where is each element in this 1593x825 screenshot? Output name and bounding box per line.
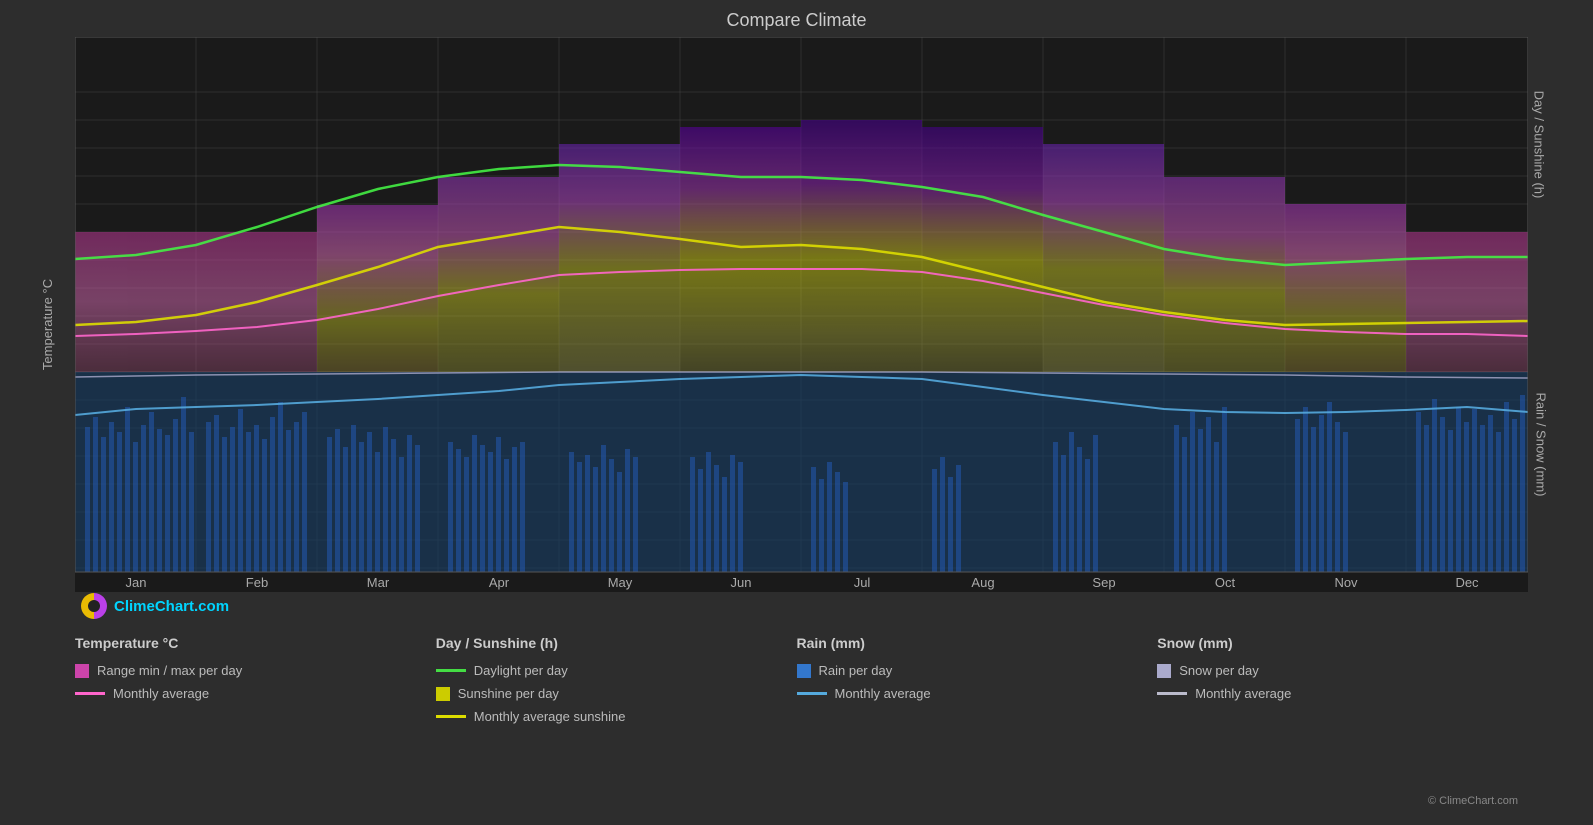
legend-bar-sunshine <box>436 687 450 701</box>
legend-label-sunshine-avg: Monthly average sunshine <box>474 709 626 724</box>
svg-text:Jan: Jan <box>126 575 147 590</box>
legend-col-temperature: Temperature °C Range min / max per day M… <box>75 635 436 724</box>
svg-text:Jul: Jul <box>854 575 871 590</box>
legend-label-temp-avg: Monthly average <box>113 686 209 701</box>
y-axis-left-label: Temperature °C <box>40 279 55 370</box>
legend-item-snow-bar: Snow per day <box>1157 663 1518 678</box>
legend-line-temp-avg <box>75 692 105 695</box>
svg-text:Sep: Sep <box>1092 575 1115 590</box>
chart-title: Compare Climate <box>0 10 1593 31</box>
legend-line-daylight <box>436 669 466 672</box>
svg-text:Oct: Oct <box>1215 575 1236 590</box>
legend-label-rain-avg: Monthly average <box>835 686 931 701</box>
svg-text:Dec: Dec <box>1455 575 1479 590</box>
legend-item-daylight: Daylight per day <box>436 663 797 678</box>
svg-text:Feb: Feb <box>246 575 268 590</box>
svg-text:Apr: Apr <box>489 575 510 590</box>
legend-bar-temp-range <box>75 664 89 678</box>
legend-col-sunshine: Day / Sunshine (h) Daylight per day Suns… <box>436 635 797 724</box>
legend-item-rain-bar: Rain per day <box>797 663 1158 678</box>
legend-label-sunshine: Sunshine per day <box>458 686 559 701</box>
legend-area: Temperature °C Range min / max per day M… <box>0 621 1593 724</box>
svg-text:Aug: Aug <box>971 575 994 590</box>
legend-title-snow: Snow (mm) <box>1157 635 1518 651</box>
legend-col-rain: Rain (mm) Rain per day Monthly average <box>797 635 1158 724</box>
legend-bar-snow <box>1157 664 1171 678</box>
y-axis-right-top-label: Day / Sunshine (h) <box>1532 91 1547 199</box>
legend-label-snow: Snow per day <box>1179 663 1259 678</box>
svg-text:Nov: Nov <box>1334 575 1358 590</box>
svg-text:Mar: Mar <box>367 575 390 590</box>
legend-item-sunshine-bar: Sunshine per day <box>436 686 797 701</box>
legend-item-temp-avg: Monthly average <box>75 686 436 701</box>
svg-text:Jun: Jun <box>731 575 752 590</box>
y-axis-right-bottom-label: Rain / Snow (mm) <box>1533 392 1548 496</box>
legend-item-snow-avg: Monthly average <box>1157 686 1518 701</box>
legend-line-sunshine-avg <box>436 715 466 718</box>
legend-label-temp-range: Range min / max per day <box>97 663 242 678</box>
legend-item-sunshine-avg: Monthly average sunshine <box>436 709 797 724</box>
chart-wrapper: Temperature °C Day / Sunshine (h) Rain /… <box>0 37 1593 617</box>
svg-text:May: May <box>608 575 633 590</box>
legend-item-rain-avg: Monthly average <box>797 686 1158 701</box>
copyright: © ClimeChart.com <box>1428 795 1518 807</box>
legend-line-snow-avg <box>1157 692 1187 695</box>
page-container: Compare Climate Aveiro Aveiro ClimeChart… <box>0 0 1593 825</box>
legend-bar-rain <box>797 664 811 678</box>
legend-title-temperature: Temperature °C <box>75 635 436 651</box>
main-chart-svg: 50 40 30 20 10 0 -10 -20 -30 -40 -50 24 … <box>75 37 1528 592</box>
legend-line-rain-avg <box>797 692 827 695</box>
legend-label-daylight: Daylight per day <box>474 663 568 678</box>
legend-title-rain: Rain (mm) <box>797 635 1158 651</box>
legend-label-rain: Rain per day <box>819 663 893 678</box>
legend-label-snow-avg: Monthly average <box>1195 686 1291 701</box>
legend-col-snow: Snow (mm) Snow per day Monthly average <box>1157 635 1518 724</box>
legend-title-sunshine: Day / Sunshine (h) <box>436 635 797 651</box>
legend-item-temp-range: Range min / max per day <box>75 663 436 678</box>
